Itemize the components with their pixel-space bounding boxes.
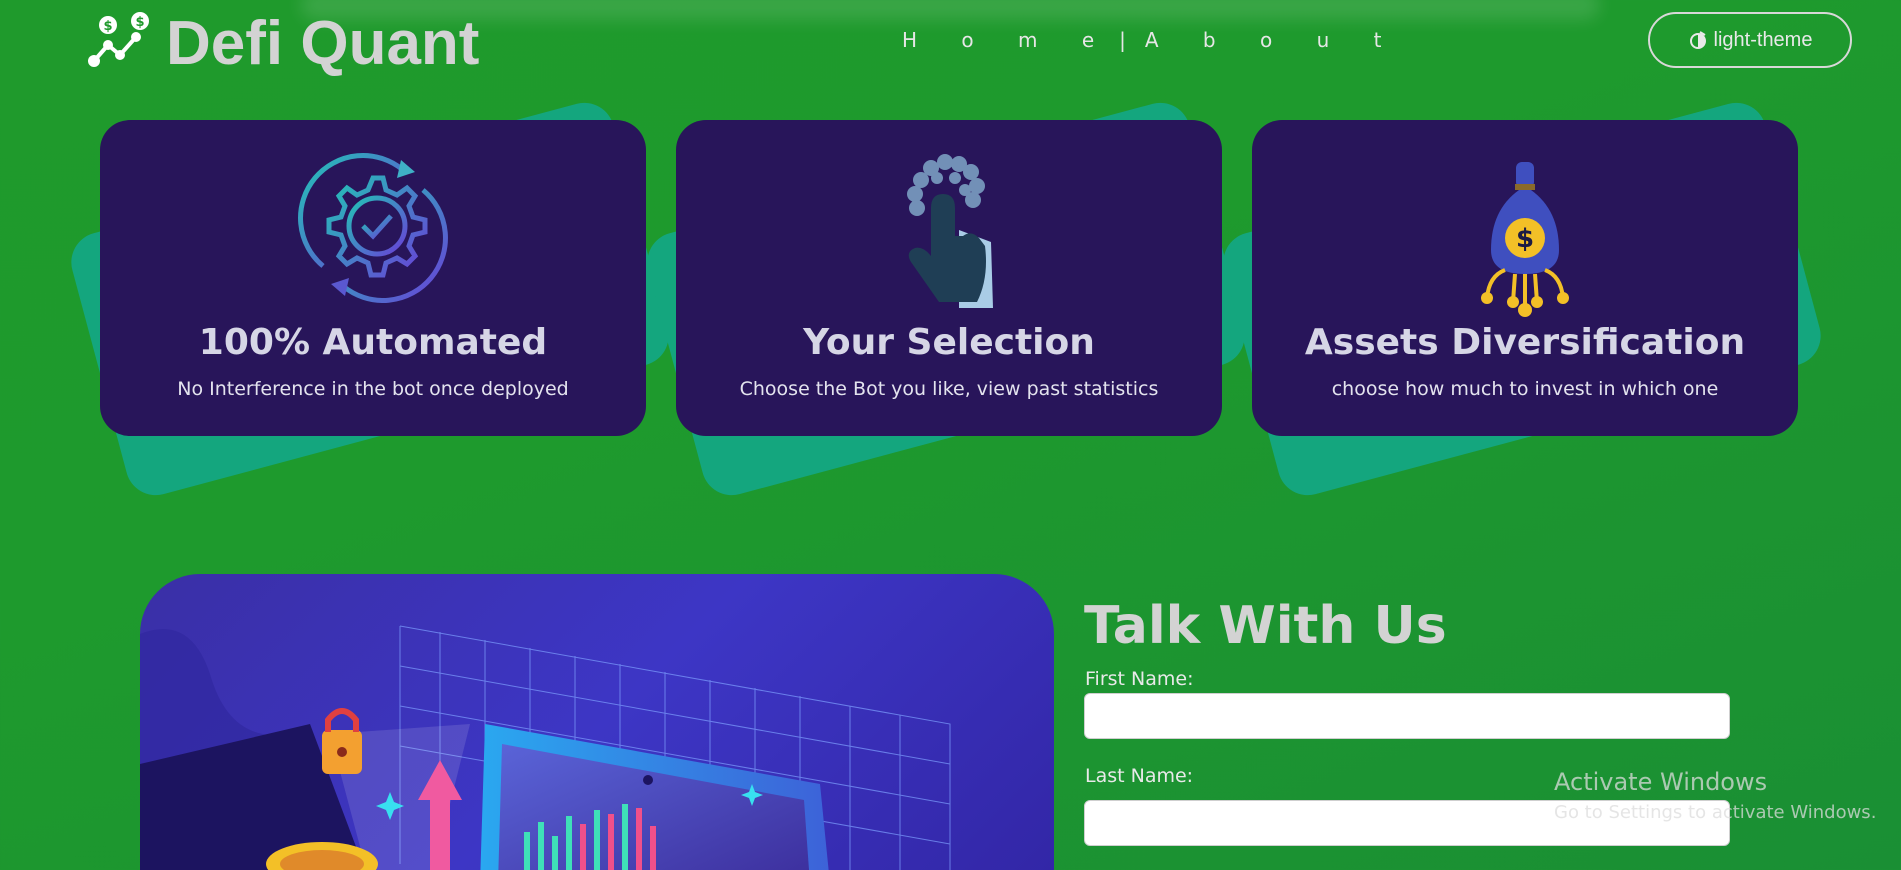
logo-text: Defi Quant	[166, 9, 480, 78]
svg-text:$: $	[135, 15, 144, 30]
last-name-input[interactable]	[1084, 800, 1730, 846]
nav-about-link[interactable]: A b o u t	[1145, 28, 1401, 52]
site-header: $ $ Defi Quant H o m e | A b o u t light…	[0, 0, 1901, 90]
feature-card-automated: 100% Automated No Interference in the bo…	[64, 96, 676, 502]
watermark-title: Activate Windows	[1554, 768, 1768, 796]
last-name-label: Last Name:	[1085, 765, 1194, 787]
logo[interactable]: $ $ Defi Quant	[86, 8, 479, 79]
nav-separator: |	[1119, 28, 1145, 52]
card-title: 100% Automated	[198, 322, 548, 363]
nav-home-link[interactable]: H o m e	[902, 28, 1113, 52]
svg-text:$: $	[103, 19, 112, 34]
hero-illustration	[140, 574, 1054, 870]
crypto-trading-illustration	[140, 625, 951, 870]
feature-card-selection: Your Selection Choose the Bot you like, …	[640, 96, 1252, 502]
theme-toggle-label: light-theme	[1713, 28, 1813, 51]
main-nav: H o m e | A b o u t	[902, 28, 1400, 52]
card-title: Assets Diversification	[1304, 322, 1746, 363]
first-name-label: First Name:	[1085, 668, 1194, 690]
money-bag-icon: $	[1481, 162, 1569, 317]
svg-text:$: $	[1516, 224, 1534, 254]
feature-card: $ Assets Diversification choose how much…	[1252, 120, 1798, 436]
feature-card: 100% Automated No Interference in the bo…	[100, 120, 646, 436]
card-description: Choose the Bot you like, view past stati…	[739, 378, 1159, 400]
card-description: choose how much to invest in which one	[1331, 378, 1719, 400]
card-description: No Interference in the bot once deployed	[177, 378, 569, 400]
feature-card: Your Selection Choose the Bot you like, …	[676, 120, 1222, 436]
card-title: Your Selection	[803, 322, 1095, 363]
first-name-input[interactable]	[1084, 693, 1730, 739]
theme-icon	[1689, 31, 1706, 49]
automation-gear-icon	[298, 153, 448, 303]
theme-toggle-button[interactable]: light-theme	[1648, 12, 1852, 68]
feature-card-diversification: $ Assets Diversification choose how much…	[1216, 96, 1828, 502]
contact-form-title: Talk With Us	[1084, 596, 1447, 656]
hand-pointer-icon	[907, 154, 993, 308]
logo-network-icon: $ $	[88, 11, 149, 67]
